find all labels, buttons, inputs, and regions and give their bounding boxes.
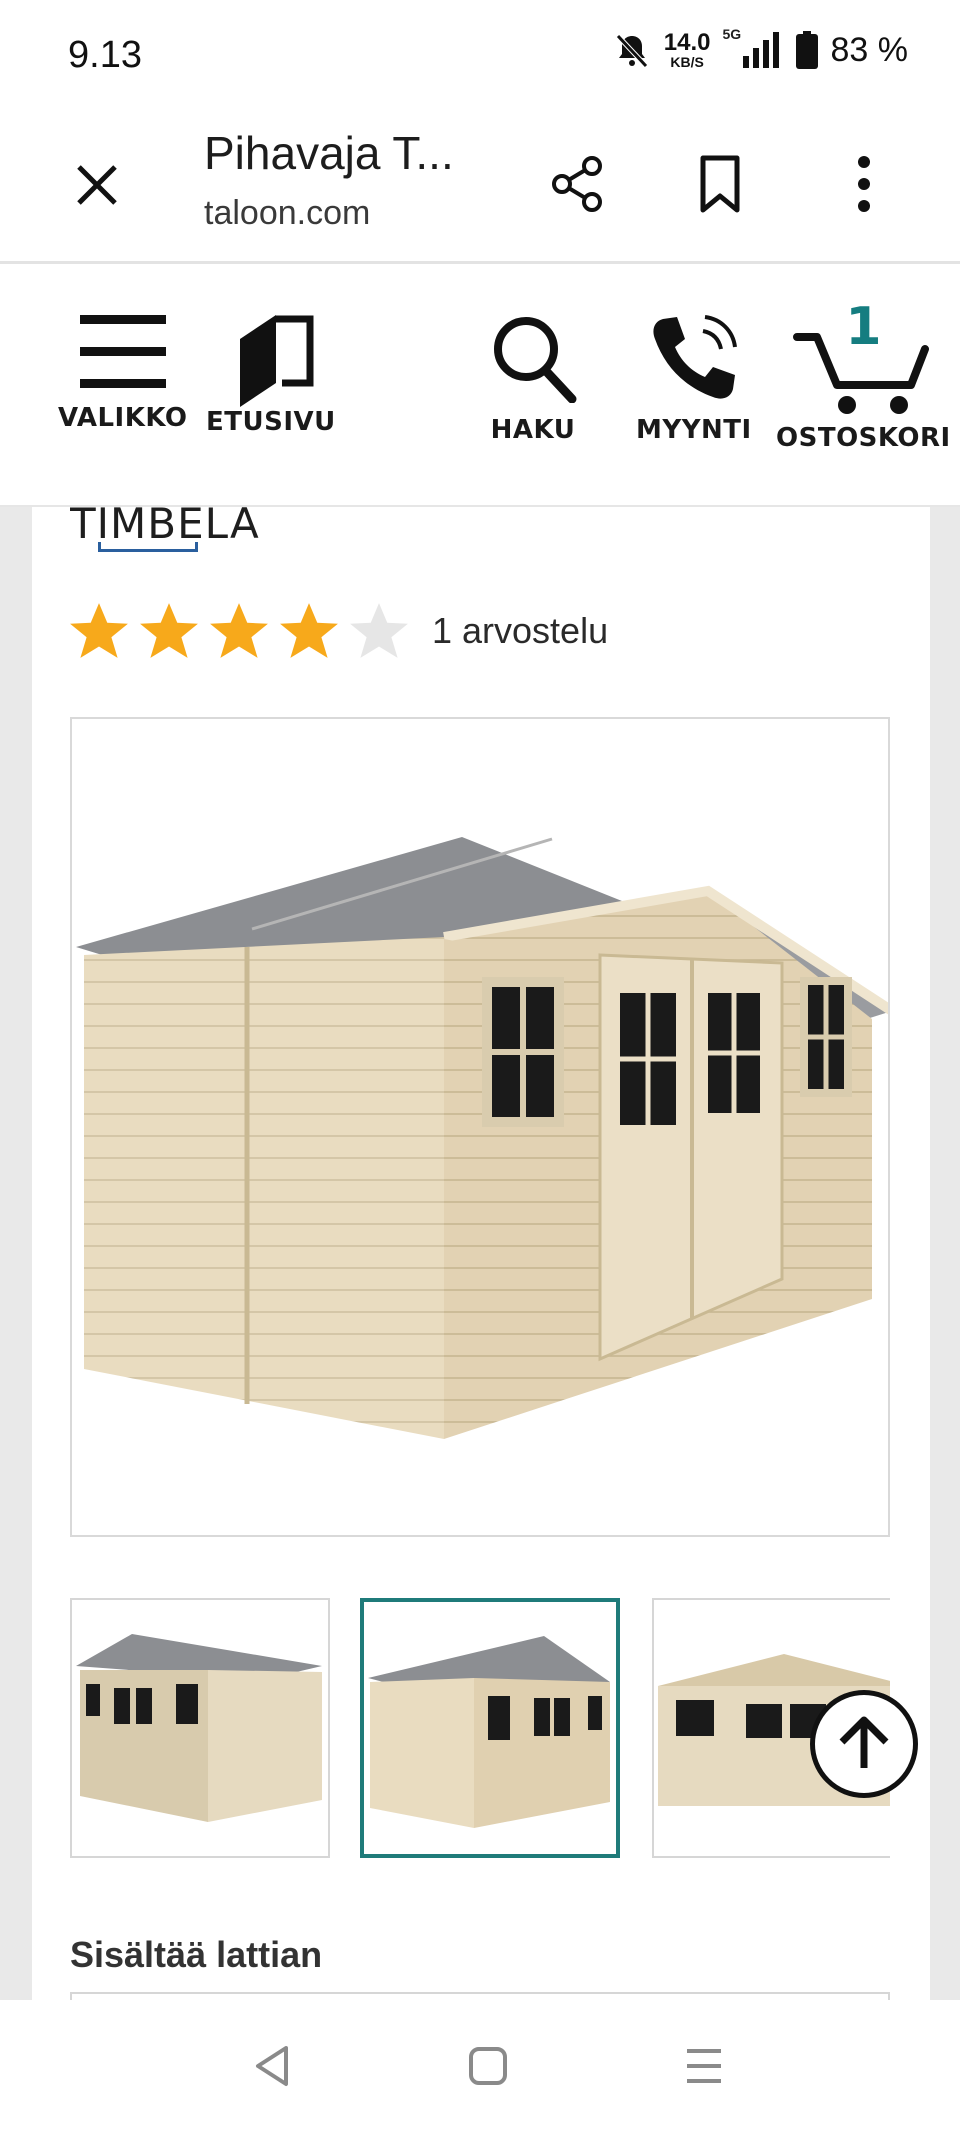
arrow-up-icon [836, 1712, 892, 1777]
search-button[interactable]: HAKU [488, 311, 578, 445]
sales-button[interactable]: MYYNTI [636, 311, 752, 445]
page-title: Pihavaja T... [204, 127, 454, 179]
floor-option-select[interactable] [70, 1992, 890, 2000]
thumbnail[interactable] [70, 1598, 330, 1858]
thumbnail-selected[interactable] [360, 1598, 620, 1858]
cart-icon-wrap: 1 [793, 297, 933, 421]
cart-button[interactable]: 1 OSTOSKORI [776, 297, 951, 453]
battery-icon [795, 30, 819, 70]
more-options-button[interactable] [824, 146, 904, 226]
share-icon [548, 154, 608, 219]
sales-label: MYYNTI [636, 415, 752, 445]
status-bar: 9.13 14.0 KB/S 5G 83 % [0, 0, 960, 108]
signal-icon: 5G [723, 26, 783, 70]
star-icon [280, 603, 338, 658]
phone-icon [649, 311, 739, 403]
home-label: ETUSIVU [206, 407, 336, 437]
system-nav-bar [0, 2000, 960, 2133]
brand-logo-mark [98, 542, 198, 552]
star-icon [210, 603, 268, 658]
brand-logo[interactable]: TIMBELA [70, 507, 270, 560]
browser-toolbar: Pihavaja T... taloon.com [0, 108, 960, 264]
close-button[interactable] [62, 152, 132, 222]
menu-label: VALIKKO [58, 403, 188, 433]
search-icon [488, 311, 578, 403]
star-icon [70, 603, 128, 658]
shed-thumbnail-image [368, 1636, 610, 1828]
status-time: 9.13 [68, 34, 142, 76]
review-count[interactable]: 1 arvostelu [432, 610, 608, 652]
share-button[interactable] [538, 146, 618, 226]
product-rating[interactable]: 1 arvostelu [68, 600, 608, 662]
search-label: HAKU [490, 415, 576, 445]
back-icon [252, 2044, 292, 2093]
mute-icon [612, 30, 652, 70]
product-main-image[interactable] [70, 717, 890, 1537]
bookmark-button[interactable] [680, 146, 760, 226]
scroll-to-top-button[interactable] [810, 1690, 918, 1798]
network-type: 5G [722, 26, 742, 42]
cart-label: OSTOSKORI [776, 423, 951, 453]
close-icon [75, 163, 119, 212]
shed-thumbnail-image [76, 1634, 322, 1822]
star-empty-icon [350, 603, 408, 658]
door-icon [226, 311, 316, 411]
net-speed-unit: KB/S [670, 54, 704, 70]
page-url[interactable]: taloon.com [204, 194, 370, 233]
recent-apps-button[interactable] [674, 2038, 734, 2098]
site-header: VALIKKO ETUSIVU HAKU MYYNTI 1 OSTOSKORI [0, 267, 960, 507]
menu-icon [78, 311, 168, 391]
more-vert-icon [854, 154, 874, 219]
thumbnail-strip [70, 1598, 890, 1860]
home-icon [467, 2045, 509, 2092]
net-speed-value: 14.0 [663, 29, 711, 56]
home-button[interactable] [458, 2038, 518, 2098]
star-icon [140, 603, 198, 658]
recent-apps-icon [683, 2045, 725, 2092]
net-speed: 14.0 KB/S [663, 29, 711, 70]
status-icons: 14.0 KB/S 5G 83 % [612, 26, 909, 70]
floor-option-heading: Sisältää lattian [70, 1934, 323, 1975]
menu-button[interactable]: VALIKKO [58, 311, 187, 433]
home-link[interactable]: ETUSIVU [206, 311, 336, 437]
back-button[interactable] [242, 2038, 302, 2098]
shed-image [76, 837, 888, 1439]
bookmark-icon [695, 154, 745, 219]
cart-count-badge: 1 [845, 297, 882, 357]
battery-level: 83 % [830, 30, 909, 69]
